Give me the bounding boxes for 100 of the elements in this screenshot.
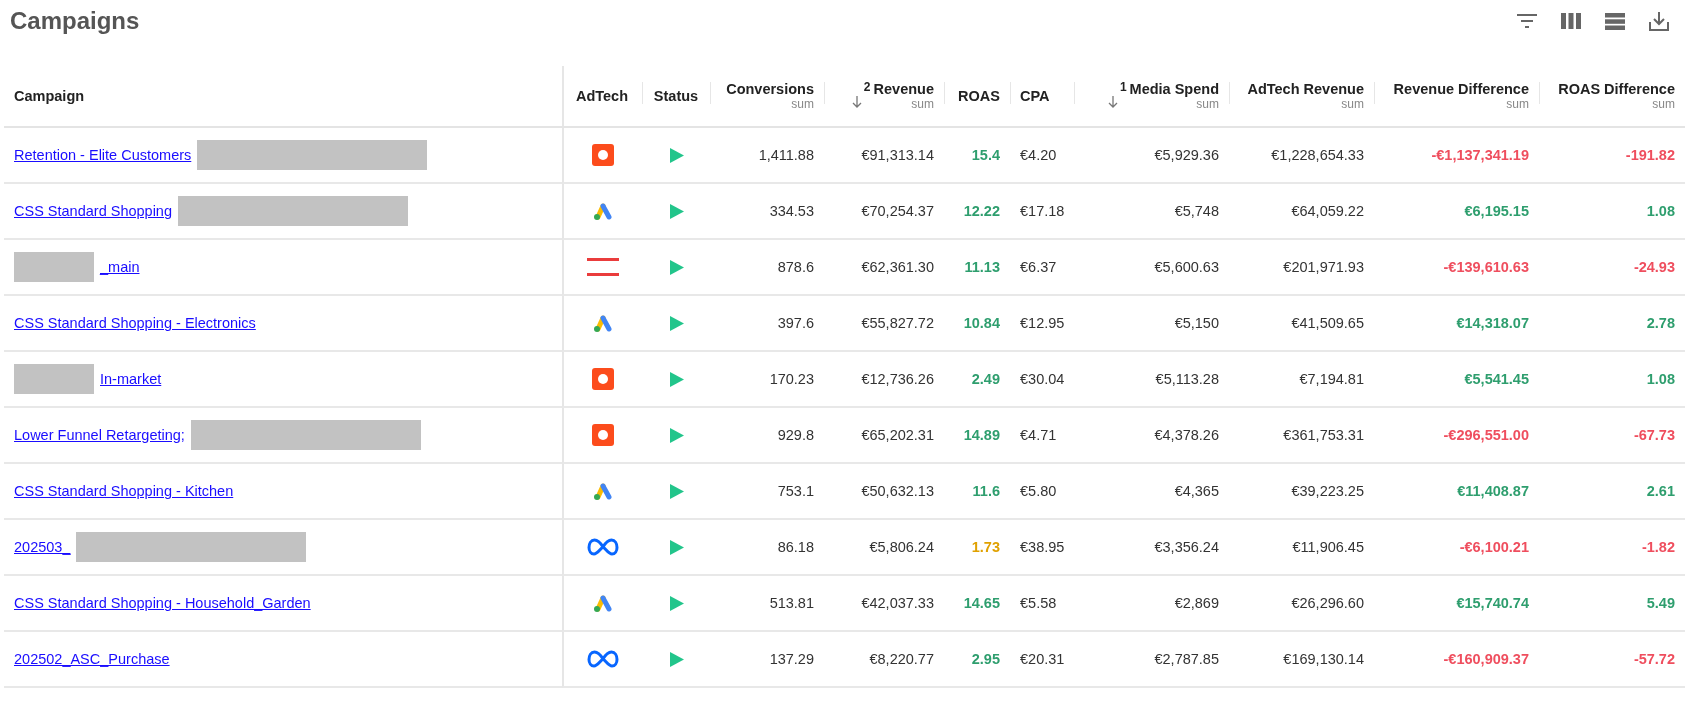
campaign-link[interactable]: _main <box>100 259 140 275</box>
table-cell: €1,228,654.33 <box>1271 147 1364 163</box>
campaign-link[interactable]: CSS Standard Shopping - Household_Garden <box>14 595 311 611</box>
table-cell: €4.20 <box>1020 147 1057 163</box>
table-cell: €169,130.14 <box>1283 651 1364 667</box>
table-cell: -24.93 <box>1633 259 1675 275</box>
columns-icon[interactable] <box>1561 13 1581 29</box>
ring-logo-icon <box>592 144 614 166</box>
table-cell: 2.49 <box>971 371 1000 387</box>
campaign-link[interactable]: Lower Funnel Retargeting; <box>14 427 185 443</box>
table-cell: €50,632.13 <box>861 483 934 499</box>
table-cell: €12,736.26 <box>861 371 934 387</box>
sort-arrow-icon[interactable] <box>1107 95 1118 109</box>
column-header[interactable]: Conversions <box>726 81 814 97</box>
ring-logo-icon <box>592 424 614 446</box>
table-cell: €42,037.33 <box>861 595 934 611</box>
campaign-link[interactable]: Retention - Elite Customers <box>14 147 192 163</box>
table-cell: 137.29 <box>769 651 814 667</box>
table-cell: €70,254.37 <box>861 203 934 219</box>
table-cell: €14,318.07 <box>1456 315 1529 331</box>
page-title: Campaigns <box>10 7 140 35</box>
table-cell: 14.65 <box>963 595 1000 611</box>
table-cell: -€1,137,341.19 <box>1431 147 1529 163</box>
table-cell: €62,361.30 <box>861 259 934 275</box>
campaign-link[interactable]: CSS Standard Shopping - Kitchen <box>14 483 234 499</box>
table-cell: €20.31 <box>1020 651 1065 667</box>
table-cell: -€160,909.37 <box>1443 651 1529 667</box>
campaign-link[interactable]: 202503_ <box>14 539 71 555</box>
table-cell: 15.4 <box>971 147 1000 163</box>
table-cell: €5,150 <box>1174 315 1219 331</box>
table-cell: €5,929.36 <box>1154 147 1219 163</box>
column-header[interactable]: Campaign <box>14 88 85 104</box>
column-header[interactable]: ROAS <box>958 88 1000 104</box>
table-cell: 878.6 <box>777 259 814 275</box>
ring-logo-icon <box>592 368 614 390</box>
table-cell: 12.22 <box>963 203 1000 219</box>
column-header[interactable]: AdTech <box>575 88 629 104</box>
table-cell: -67.73 <box>1633 427 1675 443</box>
table-cell: €6,195.15 <box>1464 203 1529 219</box>
table-cell: €65,202.31 <box>861 427 934 443</box>
campaign-link[interactable]: 202502_ASC_Purchase <box>14 651 170 667</box>
table-cell: €30.04 <box>1020 371 1065 387</box>
campaign-link[interactable]: In-market <box>100 371 162 387</box>
table-cell: -1.82 <box>1641 539 1675 555</box>
table-cell: 5.49 <box>1646 595 1675 611</box>
column-header[interactable]: AdTech Revenue <box>1247 81 1364 97</box>
table-cell: 14.89 <box>963 427 1000 443</box>
table-cell: 397.6 <box>777 315 814 331</box>
table-cell: €2,787.85 <box>1154 651 1219 667</box>
column-header[interactable]: Media Spend <box>1129 81 1219 97</box>
double-line-logo-icon <box>587 258 619 276</box>
table-cell: -191.82 <box>1625 147 1675 163</box>
infinity-logo-icon <box>587 650 619 668</box>
table-cell: €91,313.14 <box>861 147 934 163</box>
sort-rank: 1 <box>1119 80 1127 94</box>
table-cell: €41,509.65 <box>1291 315 1364 331</box>
table-cell: 86.18 <box>777 539 814 555</box>
table-cell: 170.23 <box>769 371 814 387</box>
download-icon[interactable] <box>1649 11 1669 31</box>
table-cell: 1.08 <box>1646 203 1675 219</box>
column-header[interactable]: CPA <box>1020 88 1050 104</box>
table-cell: €6.37 <box>1020 259 1057 275</box>
table-cell: €38.95 <box>1020 539 1065 555</box>
column-header[interactable]: ROAS Difference <box>1558 81 1675 97</box>
table-cell: €361,753.31 <box>1283 427 1364 443</box>
table-cell: -€6,100.21 <box>1459 539 1529 555</box>
column-header[interactable]: Revenue <box>873 81 934 97</box>
triangle-logo-icon <box>592 593 614 613</box>
filter-icon[interactable] <box>1517 14 1537 28</box>
table-cell: €4.71 <box>1020 427 1057 443</box>
table-cell: €5,748 <box>1174 203 1219 219</box>
aggregate-label: sum <box>1341 97 1364 111</box>
table-cell: €11,906.45 <box>1292 539 1364 555</box>
table-cell: 11.6 <box>972 483 1000 499</box>
triangle-logo-icon <box>592 481 614 501</box>
campaign-link[interactable]: CSS Standard Shopping - Electronics <box>14 315 256 331</box>
rows-icon[interactable] <box>1605 12 1625 30</box>
infinity-logo-icon <box>587 538 619 556</box>
table-cell: €17.18 <box>1020 203 1065 219</box>
column-header[interactable]: Revenue Difference <box>1393 81 1529 97</box>
table-cell: €5,541.45 <box>1464 371 1529 387</box>
triangle-logo-icon <box>592 201 614 221</box>
table-cell: €12.95 <box>1020 315 1065 331</box>
table-cell: €4,365 <box>1174 483 1219 499</box>
table-cell: €5,600.63 <box>1154 259 1219 275</box>
table-cell: 513.81 <box>769 595 814 611</box>
table-cell: 2.95 <box>971 651 1000 667</box>
table-cell: €3,356.24 <box>1154 539 1219 555</box>
aggregate-label: sum <box>1506 97 1529 111</box>
table-cell: 1.73 <box>971 539 1000 555</box>
table-cell: 11.13 <box>964 259 1000 275</box>
table-cell: €64,059.22 <box>1291 203 1364 219</box>
table-cell: €7,194.81 <box>1299 371 1364 387</box>
aggregate-label: sum <box>791 97 814 111</box>
aggregate-label: sum <box>1196 97 1219 111</box>
table-cell: 753.1 <box>777 483 814 499</box>
campaign-link[interactable]: CSS Standard Shopping <box>14 203 172 219</box>
column-header[interactable]: Status <box>653 88 699 104</box>
sort-rank: 2 <box>863 80 871 94</box>
sort-arrow-icon[interactable] <box>851 95 862 109</box>
